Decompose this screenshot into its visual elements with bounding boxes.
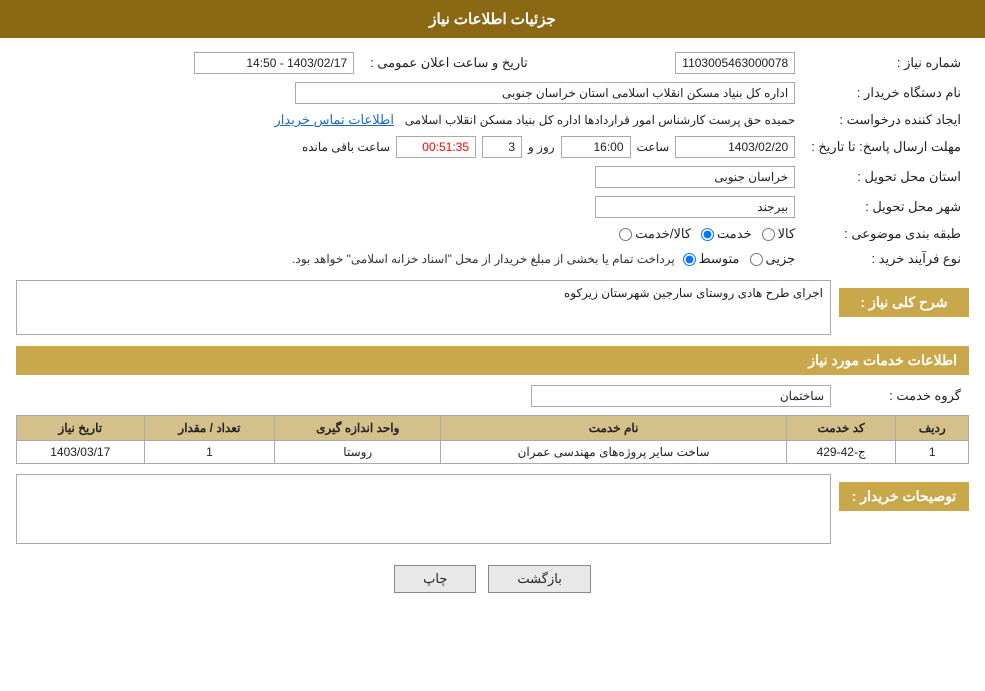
group-khadamat-label: گروه خدمت :	[839, 381, 969, 411]
feraind-note: پرداخت تمام یا بخشی از مبلغ خریدار از مح…	[292, 250, 675, 268]
back-button[interactable]: بازگشت	[488, 565, 590, 593]
cell-radif: 1	[896, 441, 969, 464]
col-name: نام خدمت	[441, 416, 787, 441]
remaining-label: ساعت باقی مانده	[302, 140, 390, 154]
shahr-tahvil-input[interactable]	[595, 196, 795, 218]
saat-label: ساعت	[637, 140, 670, 154]
ostan-tahvil-label: استان محل تحویل :	[803, 162, 969, 192]
radio-khadamat[interactable]: خدمت	[701, 226, 752, 242]
col-vahed: واحد اندازه گیری	[275, 416, 441, 441]
feraind-label: نوع فرآیند خرید :	[803, 246, 969, 272]
ostan-tahvil-input[interactable]	[595, 166, 795, 188]
rooz-label: روز و	[528, 140, 555, 154]
cell-tedad: 1	[144, 441, 275, 464]
ijad-konande-label: ایجاد کننده درخواست :	[803, 108, 969, 132]
toseef-textarea[interactable]	[16, 474, 831, 544]
shahr-tahvil-label: شهر محل تحویل :	[803, 192, 969, 222]
mohlat-label: مهلت ارسال پاسخ: تا تاریخ :	[803, 132, 969, 162]
shomare-niaz-input[interactable]	[675, 52, 795, 74]
ijad-konande-value: حمیده حق پرست کارشناس امور قراردادها ادا…	[405, 113, 795, 127]
cell-vahed: روستا	[275, 441, 441, 464]
countdown-input[interactable]	[396, 136, 476, 158]
tarikh-input[interactable]	[675, 136, 795, 158]
tabaqe-label: طبقه بندی موضوعی :	[803, 222, 969, 246]
sharh-niaz-textarea[interactable]	[16, 280, 831, 335]
cell-tarikh: 1403/03/17	[17, 441, 145, 464]
radio-kala-khadamat-label: کالا/خدمت	[635, 226, 691, 242]
service-info-header: اطلاعات خدمات مورد نیاز	[16, 346, 969, 375]
radio-kala-khadamat-input[interactable]	[619, 228, 632, 241]
table-row: 1 ج-42-429 ساخت سایر پروژه‌های مهندسی عم…	[17, 441, 969, 464]
toseef-section-label: توصیحات خریدار :	[839, 482, 969, 511]
col-tarikh: تاریخ نیاز	[17, 416, 145, 441]
sharh-niaz-section-label: شرح کلی نیاز :	[839, 288, 969, 317]
rooz-input[interactable]	[482, 136, 522, 158]
radio-jozii-input[interactable]	[750, 253, 763, 266]
ijad-konande-link[interactable]: اطلاعات تماس خریدار	[275, 112, 394, 127]
tarikh-aalan-input[interactable]	[194, 52, 354, 74]
radio-motavaset-input[interactable]	[683, 253, 696, 266]
button-area: بازگشت چاپ	[16, 553, 969, 605]
print-button[interactable]: چاپ	[394, 565, 476, 593]
radio-kala[interactable]: کالا	[762, 226, 796, 242]
radio-kala-input[interactable]	[762, 228, 775, 241]
radio-jozii-label: جزیی	[766, 251, 796, 267]
cell-kod: ج-42-429	[786, 441, 895, 464]
radio-jozii[interactable]: جزیی	[750, 251, 796, 267]
group-khadamat-input[interactable]	[531, 385, 831, 407]
radio-khadamat-label: خدمت	[717, 226, 752, 242]
radio-motavaset[interactable]: متوسط	[683, 251, 740, 267]
col-radif: ردیف	[896, 416, 969, 441]
col-tedad: تعداد / مقدار	[144, 416, 275, 441]
radio-khadamat-input[interactable]	[701, 228, 714, 241]
page-header: جزئیات اطلاعات نیاز	[0, 0, 985, 38]
col-kod: کد خدمت	[786, 416, 895, 441]
shomare-niaz-label: شماره نیاز :	[803, 48, 969, 78]
radio-motavaset-label: متوسط	[699, 251, 740, 267]
saat-input[interactable]	[561, 136, 631, 158]
radio-kala-khadamat[interactable]: کالا/خدمت	[619, 226, 691, 242]
name-dasgah-input[interactable]	[295, 82, 795, 104]
cell-name: ساخت سایر پروژه‌های مهندسی عمران	[441, 441, 787, 464]
radio-kala-label: کالا	[778, 226, 796, 242]
tarikh-aalan-label: تاریخ و ساعت اعلان عمومی :	[362, 48, 536, 78]
name-dasgah-label: نام دستگاه خریدار :	[803, 78, 969, 108]
